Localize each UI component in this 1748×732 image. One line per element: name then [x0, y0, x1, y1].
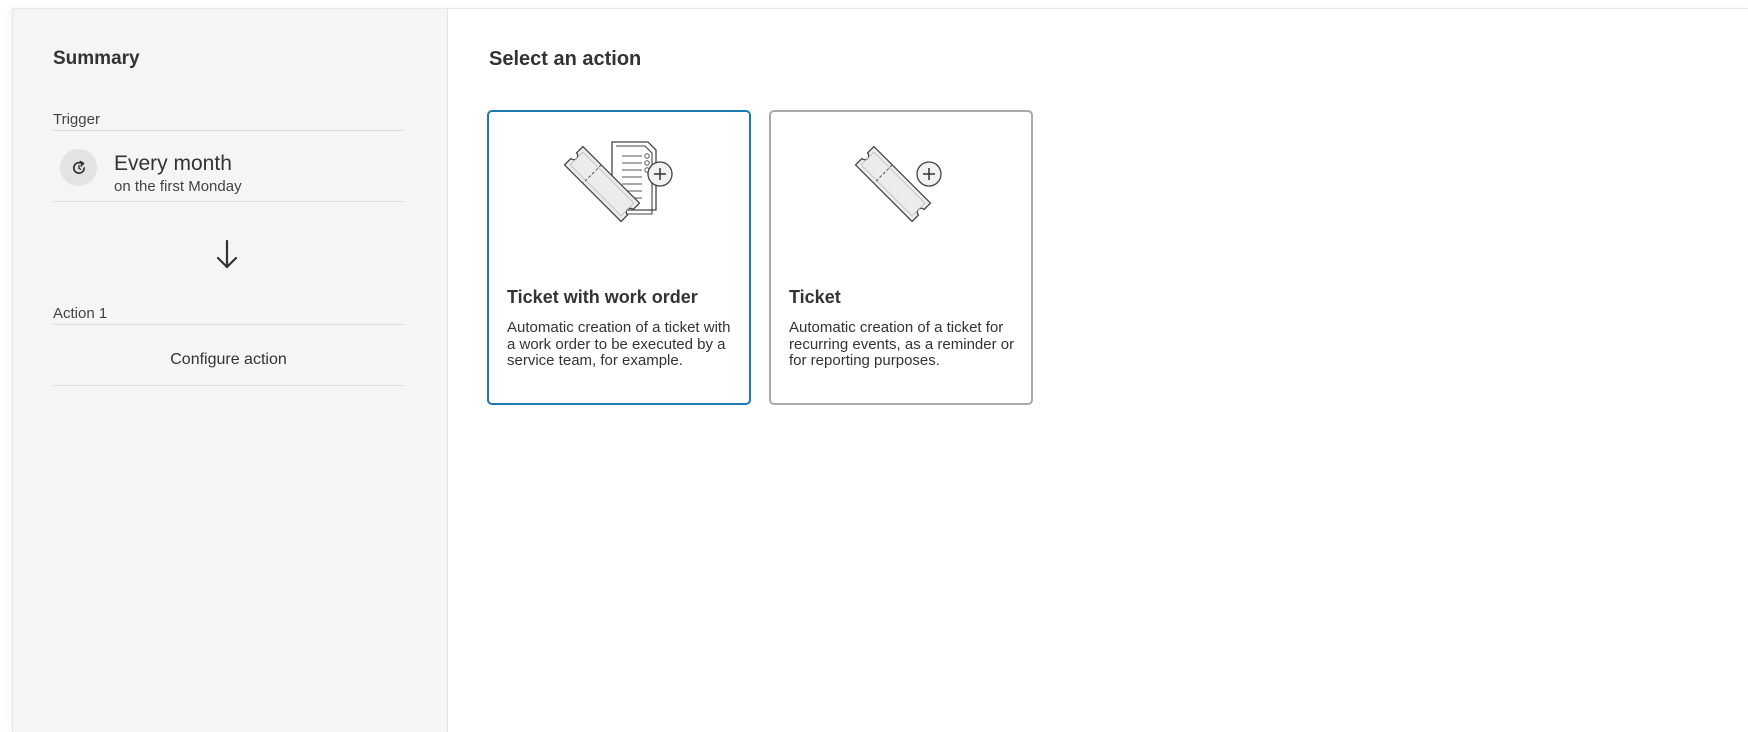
- ticket-work-order-icon: [489, 138, 749, 238]
- card-description: Automatic creation of a ticket for recur…: [789, 319, 1015, 369]
- trigger-card[interactable]: Every month on the first Monday: [53, 133, 404, 202]
- action-label: Action 1: [53, 305, 404, 325]
- card-description: Automatic creation of a ticket with a wo…: [507, 319, 731, 369]
- recurring-icon: [60, 149, 97, 186]
- summary-title: Summary: [53, 48, 140, 69]
- ticket-icon: [771, 138, 1031, 238]
- summary-sidebar: Summary Trigger Every month on the first…: [13, 9, 448, 732]
- card-title: Ticket: [789, 287, 841, 307]
- action-card-ticket[interactable]: Ticket Automatic creation of a ticket fo…: [769, 110, 1033, 405]
- arrow-down-icon: [216, 239, 238, 276]
- trigger-title: Every month: [114, 152, 232, 175]
- automation-dialog: Summary Trigger Every month on the first…: [12, 8, 1748, 732]
- trigger-subtitle: on the first Monday: [114, 178, 242, 195]
- action-card-ticket-with-work-order[interactable]: Ticket with work order Automatic creatio…: [487, 110, 751, 405]
- trigger-label: Trigger: [53, 111, 404, 131]
- select-action-title: Select an action: [489, 48, 642, 70]
- configure-action-button[interactable]: Configure action: [53, 328, 404, 386]
- card-title: Ticket with work order: [507, 287, 698, 307]
